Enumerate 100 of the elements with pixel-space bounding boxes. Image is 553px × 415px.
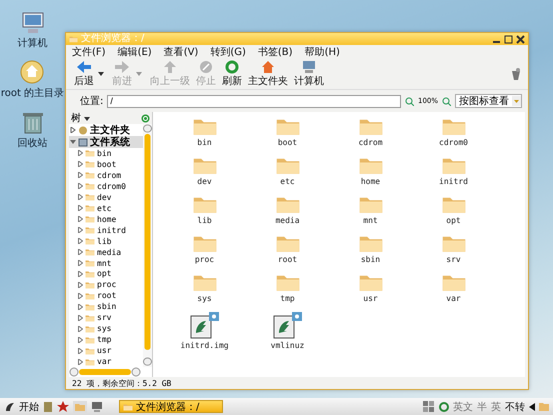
- computer-icon[interactable]: [91, 400, 103, 412]
- file-name[interactable]: boot: [278, 138, 298, 147]
- foot-logo-icon: [4, 400, 16, 412]
- collapse-triangle-icon[interactable]: [70, 139, 76, 145]
- tree-item[interactable]: home: [69, 214, 143, 225]
- tree-item[interactable]: cdrom: [69, 170, 143, 181]
- location-field[interactable]: /: [107, 94, 401, 108]
- tree-item[interactable]: 文件系统: [69, 136, 143, 148]
- input-method-icon[interactable]: [439, 402, 449, 412]
- folder-icon: [85, 280, 95, 289]
- file-name[interactable]: root: [278, 255, 298, 264]
- file-name[interactable]: media: [275, 216, 300, 225]
- menu-item[interactable]: 书签(B): [258, 45, 293, 59]
- file-name[interactable]: mnt: [363, 216, 378, 225]
- folder-icon: [85, 346, 95, 355]
- maximize-icon[interactable]: [504, 34, 513, 44]
- folder-icon: [85, 193, 95, 202]
- link-file-icon: [190, 311, 220, 339]
- folder-icon: [85, 302, 95, 311]
- tree-item[interactable]: media: [69, 246, 143, 258]
- home-folder-icon: [78, 126, 88, 134]
- file-name[interactable]: usr: [363, 294, 378, 303]
- reload-icon[interactable]: [141, 114, 150, 122]
- start-button[interactable]: 开始: [4, 400, 39, 414]
- left-arrow-icon[interactable]: [529, 402, 535, 410]
- menu-item[interactable]: 查看(V): [164, 45, 198, 59]
- menu-item[interactable]: 编辑(E): [118, 45, 152, 59]
- folder-icon: [85, 358, 95, 366]
- vertical-scrollbar[interactable]: [143, 124, 152, 367]
- notepad-icon[interactable]: [43, 400, 53, 412]
- tree-item[interactable]: bin: [69, 148, 143, 159]
- view-mode-select[interactable]: 按图标查看: [455, 94, 522, 108]
- toolbar-button[interactable]: 计算机: [292, 60, 326, 88]
- file-name[interactable]: vmlinuz: [270, 341, 304, 350]
- tree-item[interactable]: dev: [69, 192, 143, 203]
- star-icon[interactable]: [57, 400, 69, 412]
- folder-icon: [85, 171, 95, 180]
- tree-item[interactable]: srv: [69, 312, 143, 324]
- window-title: 文件浏览器：/: [81, 33, 146, 45]
- file-name[interactable]: srv: [446, 255, 461, 264]
- toolbar-button[interactable]: 刷新: [220, 60, 244, 88]
- toolbar-button[interactable]: 后退: [72, 60, 96, 88]
- file-name[interactable]: initrd.img: [180, 341, 229, 350]
- file-name[interactable]: dev: [197, 177, 212, 186]
- tray-text[interactable]: 半: [477, 400, 487, 414]
- tray-text[interactable]: 英文: [453, 400, 473, 414]
- tree-item[interactable]: 主文件夹: [69, 124, 143, 136]
- folder-icon: [85, 314, 95, 322]
- file-name[interactable]: initrd: [439, 177, 468, 186]
- file-name[interactable]: lib: [197, 216, 212, 225]
- tree-item[interactable]: root: [69, 290, 143, 302]
- tree-item[interactable]: mnt: [69, 258, 143, 268]
- folder-icon: [85, 149, 95, 158]
- tree-item[interactable]: etc: [69, 202, 143, 214]
- desktop-icon-label[interactable]: 计算机: [18, 36, 48, 50]
- tree-item[interactable]: lib: [69, 236, 143, 247]
- trash-icon: [22, 110, 44, 134]
- menu-item[interactable]: 转到(G): [210, 45, 246, 59]
- toolbar-button[interactable]: 主文件夹: [246, 60, 290, 88]
- file-name[interactable]: var: [446, 294, 461, 303]
- tray-text[interactable]: 英: [491, 400, 501, 414]
- file-name[interactable]: cdrom: [358, 138, 383, 147]
- expand-triangle-icon[interactable]: [70, 127, 76, 133]
- menu-item[interactable]: 帮助(H): [304, 45, 340, 59]
- close-icon[interactable]: [516, 34, 525, 44]
- tree-item[interactable]: sys: [69, 323, 143, 334]
- file-name[interactable]: tmp: [280, 294, 295, 303]
- caret-icon[interactable]: [98, 72, 104, 76]
- home-folder-icon: [20, 60, 44, 84]
- status-text: 22 项，剩余空间：5.2 GB: [72, 378, 172, 388]
- zoom-out-icon[interactable]: [404, 96, 414, 106]
- folder-icon: [85, 182, 95, 190]
- forward-arrow-icon: [114, 60, 130, 74]
- tree-item[interactable]: tmp: [69, 334, 143, 346]
- throbber-icon: [510, 67, 522, 81]
- file-name[interactable]: sbin: [360, 255, 380, 264]
- file-name[interactable]: bin: [197, 138, 212, 147]
- desktop-icon-label[interactable]: 回收站: [18, 136, 48, 150]
- file-name[interactable]: proc: [194, 255, 214, 264]
- tree-item[interactable]: cdrom0: [69, 180, 143, 192]
- tree-item[interactable]: boot: [69, 158, 143, 170]
- folder-icon: [85, 336, 95, 344]
- tree-item[interactable]: usr: [69, 345, 143, 356]
- file-name[interactable]: etc: [280, 177, 295, 186]
- desktop-icon-label[interactable]: root 的主目录: [0, 86, 64, 100]
- tree-item[interactable]: opt: [69, 268, 143, 280]
- tree-item[interactable]: initrd: [69, 224, 143, 236]
- file-name[interactable]: cdrom0: [439, 138, 468, 147]
- taskbar-task[interactable]: 文件浏览器：/: [119, 400, 223, 413]
- tree-item[interactable]: proc: [69, 279, 143, 290]
- menu-item[interactable]: 文件(F): [72, 45, 106, 59]
- caret-icon[interactable]: [84, 117, 90, 121]
- grid-icon[interactable]: [423, 401, 435, 412]
- zoom-in-icon[interactable]: [442, 96, 451, 106]
- file-name[interactable]: home: [360, 177, 380, 186]
- tray-text[interactable]: 不转: [505, 400, 525, 414]
- tree-item[interactable]: var: [69, 356, 143, 367]
- file-name[interactable]: opt: [446, 216, 461, 225]
- tree-item[interactable]: sbin: [69, 301, 143, 312]
- file-name[interactable]: sys: [197, 294, 212, 303]
